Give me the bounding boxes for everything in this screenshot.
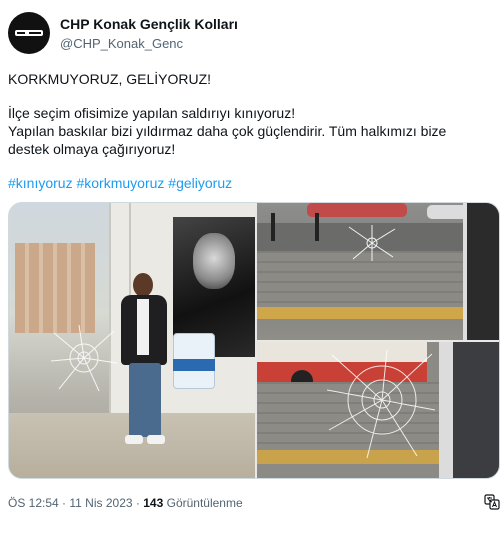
meta-separator: · — [135, 496, 140, 510]
meta-separator: · — [62, 496, 67, 510]
tweet-date[interactable]: 11 Nis 2023 — [69, 496, 132, 510]
person-shoe — [147, 435, 165, 444]
window-frame — [439, 342, 453, 478]
chp-logo-avatar[interactable] — [8, 12, 50, 54]
campaign-stand-band — [173, 359, 215, 371]
photo-cracked-glass-top[interactable] — [257, 203, 499, 340]
views-label: Görüntülenme — [166, 496, 243, 510]
user-handle[interactable]: @CHP_Konak_Genc — [60, 36, 183, 51]
tweet-time[interactable]: ÖS 12:54 — [8, 496, 59, 510]
city-bus — [257, 342, 427, 382]
photo-cracked-glass-bus[interactable] — [257, 342, 499, 478]
portrait-face — [193, 233, 235, 289]
tweet-header: CHP Konak Gençlik Kolları @CHP_Konak_Gen… — [8, 10, 492, 54]
hashtag-link[interactable]: #geliyoruz — [168, 175, 232, 191]
chp-logo-mark — [15, 30, 43, 36]
bollard — [271, 213, 275, 241]
tweet-meta: ÖS 12:54 · 11 Nis 2023 · 143 Görüntülenm… — [8, 496, 243, 510]
photo-man-broken-window[interactable] — [9, 203, 255, 478]
outside-building — [15, 243, 95, 333]
tweet-body-line: İlçe seçim ofisimize yapılan saldırıyı k… — [8, 105, 296, 121]
bollard — [315, 213, 319, 241]
person-jeans — [129, 363, 161, 437]
tweet-body-line: destek olmaya çağırıyoruz! — [8, 141, 176, 157]
tweet-body: İlçe seçim ofisimize yapılan saldırıyı k… — [8, 104, 492, 158]
display-name[interactable]: CHP Konak Gençlik Kolları — [60, 16, 238, 32]
hashtag-link[interactable]: #korkmuyoruz — [76, 175, 164, 191]
parked-car — [307, 203, 407, 217]
media-grid — [8, 202, 500, 479]
tweet-body-line: Yapılan baskılar bizi yıldırmaz daha çok… — [8, 123, 447, 139]
parked-car — [427, 205, 467, 219]
person-shoe — [125, 435, 143, 444]
hashtag-row: #kınıyoruz #korkmuyoruz #geliyoruz — [8, 174, 492, 192]
tweet-title-line: KORKMUYORUZ, GELİYORUZ! — [8, 71, 212, 87]
person-head — [133, 273, 153, 297]
views-count: 143 — [143, 496, 164, 510]
person — [115, 273, 175, 453]
translate-icon[interactable] — [484, 494, 500, 510]
person-shirt — [137, 299, 149, 355]
hashtag-link[interactable]: #kınıyoruz — [8, 175, 73, 191]
window-frame — [463, 203, 499, 340]
office-interior — [453, 342, 499, 478]
